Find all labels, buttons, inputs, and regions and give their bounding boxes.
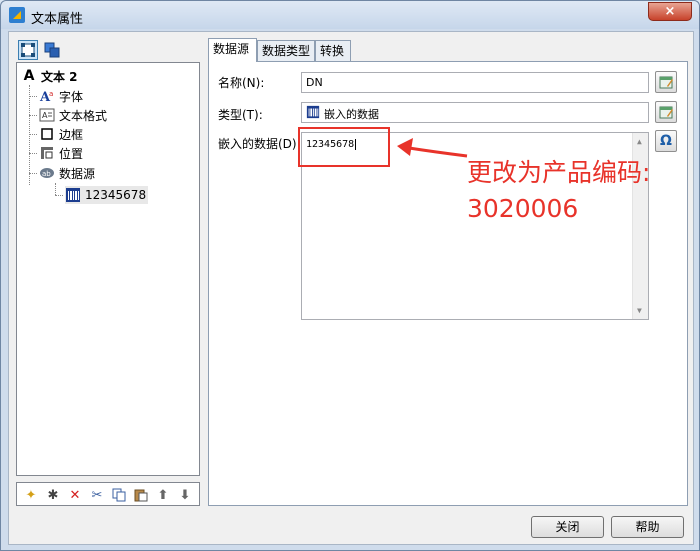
tree-item-label: 位置 <box>59 146 84 161</box>
type-label: 类型(T): <box>218 108 263 122</box>
delete-icon[interactable]: ✕ <box>67 487 83 503</box>
special-char-button[interactable]: Ω <box>655 130 677 152</box>
tree-line <box>29 134 37 135</box>
annotation-arrow-icon <box>397 138 468 158</box>
dialog-client: A 文本 2 Aa 字体 A 文本格式 边框 位置 ab 数据源 1234567… <box>8 31 694 545</box>
tree-line <box>55 195 63 196</box>
move-up-icon[interactable]: ⬆ <box>155 487 171 503</box>
app-icon <box>9 7 25 23</box>
tab-datasource[interactable]: 数据源 <box>208 38 257 62</box>
paste-icon[interactable] <box>133 487 149 503</box>
type-value: 嵌入的数据 <box>324 108 379 121</box>
border-icon <box>39 126 55 142</box>
annotation-line1: 更改为产品编码: <box>467 158 651 187</box>
svg-text:a: a <box>49 90 53 98</box>
font-icon: Aa <box>39 88 55 104</box>
datasource-icon: ab <box>39 165 55 181</box>
wizard-icon[interactable]: ✱ <box>45 487 61 503</box>
annotation-line2: 3020006 <box>467 194 579 223</box>
title-bar[interactable]: 文本属性 × <box>1 1 699 29</box>
tree-item-font[interactable]: Aa 字体 <box>39 87 83 105</box>
tree-item-label: 边框 <box>59 127 84 142</box>
tab-datatype[interactable]: 数据类型 <box>257 40 315 61</box>
close-button[interactable]: 关闭 <box>531 516 604 538</box>
scroll-down-icon[interactable]: ▼ <box>637 306 642 315</box>
close-window-button[interactable]: × <box>648 2 692 21</box>
tree-line <box>29 85 30 185</box>
tree-root[interactable]: A 文本 2 <box>21 67 78 85</box>
scroll-up-icon[interactable]: ▲ <box>637 137 642 146</box>
datasource-panel: 名称(N): DN 类型(T): 嵌入的数据 嵌入的数据(D): 1234567… <box>208 61 688 506</box>
tree-item-datasource[interactable]: ab 数据源 <box>39 164 95 182</box>
property-tree: A 文本 2 Aa 字体 A 文本格式 边框 位置 ab 数据源 1234567… <box>16 62 200 476</box>
name-edit-button[interactable] <box>655 71 677 93</box>
tree-line <box>29 96 37 97</box>
embedded-data-label: 嵌入的数据(D): <box>218 137 301 151</box>
tree-item-text-format[interactable]: A 文本格式 <box>39 106 107 124</box>
tree-bottom-toolbar: ✦ ✱ ✕ ✂ ⬆ ⬇ <box>16 482 200 506</box>
text-format-icon: A <box>39 107 55 123</box>
tree-item-embedded-data[interactable]: 12345678 <box>65 186 149 204</box>
window-title: 文本属性 <box>31 12 84 27</box>
cut-icon[interactable]: ✂ <box>89 487 105 503</box>
tree-line <box>29 173 37 174</box>
move-down-icon[interactable]: ⬇ <box>177 487 193 503</box>
layer-view-icon[interactable] <box>42 40 62 60</box>
text-object-icon: A <box>23 68 35 84</box>
tree-item-label: 数据源 <box>59 166 96 181</box>
type-field[interactable]: 嵌入的数据 <box>301 102 649 123</box>
svg-text:A: A <box>42 111 48 120</box>
tree-item-label: 文本格式 <box>59 108 108 123</box>
tab-transform[interactable]: 转换 <box>315 40 351 61</box>
tree-line <box>55 183 56 195</box>
barcode-data-icon <box>306 105 320 122</box>
barcode-data-icon <box>65 187 81 203</box>
left-toolbar <box>16 38 201 60</box>
tree-item-position[interactable]: 位置 <box>39 144 83 162</box>
name-label: 名称(N): <box>218 76 265 90</box>
tree-item-border[interactable]: 边框 <box>39 125 83 143</box>
tree-leaf-label: 12345678 <box>85 188 147 202</box>
tree-item-label: 字体 <box>59 89 84 104</box>
object-view-icon[interactable] <box>18 40 38 60</box>
tree-line <box>29 153 37 154</box>
highlight-box <box>298 127 390 167</box>
name-input[interactable]: DN <box>301 72 649 93</box>
edit-icon <box>659 76 673 89</box>
type-edit-button[interactable] <box>655 101 677 123</box>
tree-root-label: 文本 2 <box>41 69 78 84</box>
position-icon <box>39 145 55 161</box>
tree-line <box>29 115 37 116</box>
help-button[interactable]: 帮助 <box>611 516 684 538</box>
new-item-icon[interactable]: ✦ <box>23 487 39 503</box>
copy-icon[interactable] <box>111 487 127 503</box>
svg-text:ab: ab <box>42 170 51 178</box>
dialog-window: 文本属性 × A 文本 2 A a 字体 A 文本格式 边框 位置 ab 数据源… <box>0 0 700 551</box>
edit-icon <box>659 106 673 119</box>
